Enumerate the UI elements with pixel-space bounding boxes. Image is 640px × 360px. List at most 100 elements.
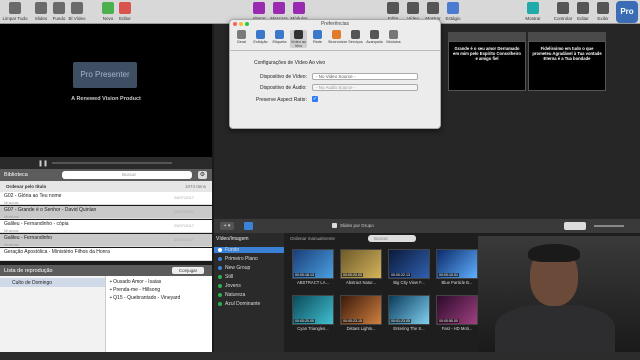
playlist-item-label: Culto de Domingo (12, 280, 53, 286)
tab-servi-os[interactable]: Serviços (347, 30, 364, 44)
library-sort-bar[interactable]: Ordenar pelo título 1074 Itens (0, 181, 212, 192)
audio-device-select[interactable]: - No Audio Source - (312, 84, 418, 91)
thumb-label: ABSTRACT LA... (296, 280, 330, 285)
tab-avan-ado[interactable]: Avançado (366, 30, 383, 44)
table-row[interactable]: G02 - Glória ao Teu nome Músicas 25/07/201… (0, 192, 212, 205)
media-thumbnail[interactable]: 00:00:20.00 (292, 295, 334, 325)
toolbar-icon (427, 2, 439, 14)
group-label: Primeiro Plano (225, 256, 258, 262)
media-thumbnail[interactable]: 00:00:18.13 (292, 249, 334, 279)
tab-exibi-o[interactable]: Exibição (252, 30, 269, 44)
list-item[interactable]: ▪ Ousado Amor - Isaias (110, 279, 161, 285)
tab-icon (351, 30, 360, 39)
toolbar-item[interactable]: Bl Vídeo (64, 2, 90, 21)
slide-thumbnail[interactable]: Fidelíssimo em tudo o que prometeu Agrad… (528, 41, 606, 91)
row-date: 25/07/2017 (173, 223, 194, 228)
media-group-item[interactable]: Azul Dominante (218, 301, 260, 307)
playlist-list: Culto de Domingo (0, 276, 105, 352)
thumb-duration: 00:00:22.13 (390, 273, 411, 277)
toolbar-label: Estágio (445, 16, 461, 21)
tab-icon (313, 30, 322, 39)
toolbar-item[interactable]: Editor (112, 2, 138, 21)
tab-sincronizar[interactable]: Sincronizar (328, 30, 347, 44)
toolbar-icon (253, 2, 265, 14)
thumb-label: Cyan Triangles... (297, 326, 329, 331)
media-group-item[interactable]: Primeiro Plano (218, 256, 258, 262)
row-subtitle: Músicas (4, 242, 19, 247)
slide-thumbnail[interactable]: Grande é o seu amor Derramado em mim pel… (448, 41, 526, 91)
library-search-input[interactable]: Buscar (62, 171, 192, 179)
row-date: 25/07/2017 (173, 195, 194, 200)
toolbar-item[interactable]: Mostrar (520, 2, 546, 21)
media-thumbnail[interactable]: 00:00:22.13 (388, 249, 430, 279)
toolbar-label: Editor (119, 16, 131, 21)
tab-icon (275, 30, 284, 39)
table-row[interactable]: G07 - Grande é o Senhor - David Quinlan M… (0, 206, 212, 219)
toolbar-label: Bl Vídeo (68, 16, 86, 21)
row-subtitle: Músicas (4, 228, 19, 233)
group-dot-icon (218, 256, 222, 261)
table-row[interactable]: Geração Apostólica - Ministério Filhos d… (0, 248, 212, 261)
media-thumbnail[interactable]: 00:00:50.00 (436, 295, 478, 325)
toolbar-label: Editar (577, 16, 589, 21)
media-group-item[interactable]: Jovens (218, 283, 241, 289)
toolbar-icon (407, 2, 419, 14)
grid-checkbox[interactable] (332, 223, 337, 228)
tab-label: Sincronizar (328, 40, 347, 44)
media-thumbnail[interactable]: 00:00:23.15 (340, 295, 382, 325)
group-dot-icon (218, 265, 222, 270)
list-item[interactable]: ▪ Prenda-me - Hillsong (110, 287, 160, 293)
media-search-input[interactable]: Buscar (368, 235, 416, 242)
add-button[interactable]: + ▾ (220, 222, 234, 230)
table-row[interactable]: Galileu - Fernandinho - cópia Músicas 25/0… (0, 220, 212, 233)
row-subtitle: Músicas (4, 200, 19, 205)
thumb-label: Blue Particle B... (441, 280, 473, 285)
grid-label: Slides por Grupo (340, 223, 374, 228)
tab-v-deo-ao-vivo[interactable]: Vídeo ao Vivo (290, 30, 307, 48)
media-group-item[interactable]: Natureza (218, 292, 245, 298)
media-sort[interactable]: Ordenar manualmente (290, 236, 335, 241)
tab-label: Avançado (366, 40, 383, 44)
thumb-duration: 00:01:23.05 (390, 319, 411, 323)
toolbar-item[interactable]: Exibir (590, 2, 616, 21)
playlist-item[interactable]: Culto de Domingo (0, 278, 105, 287)
table-row[interactable]: Galileu - Fernandinho Músicas 30/07/2017 (0, 234, 212, 247)
media-thumbnail[interactable]: 00:01:23.05 (388, 295, 430, 325)
media-thumbnail[interactable]: 00:00:10.01 (436, 249, 478, 279)
group-dot-icon (218, 292, 222, 297)
row-title: G02 - Glória ao Teu nome (4, 193, 62, 199)
sort-label[interactable]: Ordenar pelo título (6, 184, 46, 189)
toolbar-item[interactable]: Estágio (440, 2, 466, 21)
media-thumbnail[interactable]: 00:00:20.00 (340, 249, 382, 279)
row-title: Galileu - Fernandinho - cópia (4, 221, 69, 227)
media-group-item[interactable]: Fundo (214, 247, 284, 253)
gear-icon[interactable]: ⚙ (198, 171, 207, 179)
thumb-duration: 00:00:23.15 (342, 319, 363, 323)
tab-rede[interactable]: Rede (309, 30, 326, 44)
group-dot-icon (218, 247, 222, 252)
aspect-ratio-label: Preserve Aspect Ratio: (256, 97, 307, 103)
dialog-divider (230, 50, 440, 51)
media-group-item[interactable]: New Group (218, 265, 250, 271)
row-title: G07 - Grande é o Senhor - David Quinlan (4, 207, 97, 213)
monitor-icon[interactable] (244, 222, 253, 230)
tab-icon (294, 30, 303, 39)
zoom-slider[interactable] (594, 225, 624, 227)
media-header: Vídeo/Imagem (216, 236, 249, 242)
toolbar-label: Mostrar (525, 16, 541, 21)
list-item[interactable]: ▪ Q15 - Quebrantado - Vineyard (110, 295, 180, 301)
toolbar-label: Exibir (597, 16, 609, 21)
tab-etiqueta[interactable]: Etiqueta (271, 30, 288, 44)
conjugar-button[interactable]: Conjugar (172, 267, 204, 274)
video-device-select[interactable]: - No Video Source - (312, 73, 418, 80)
thumb-label: Abstract Natur... (345, 280, 377, 285)
pause-icon[interactable]: ❚❚ (38, 160, 48, 167)
toolbar-icon (557, 2, 569, 14)
view-toggle[interactable] (564, 222, 586, 230)
aspect-ratio-checkbox[interactable]: ✓ (312, 96, 318, 102)
timeline-slider[interactable] (52, 162, 172, 164)
tab-geral[interactable]: Geral (233, 30, 250, 44)
toolbar-item[interactable]: Limpar Tudo (2, 2, 28, 21)
media-group-item[interactable]: Still (218, 274, 233, 280)
tab-m-dulos[interactable]: Módulos (385, 30, 402, 44)
